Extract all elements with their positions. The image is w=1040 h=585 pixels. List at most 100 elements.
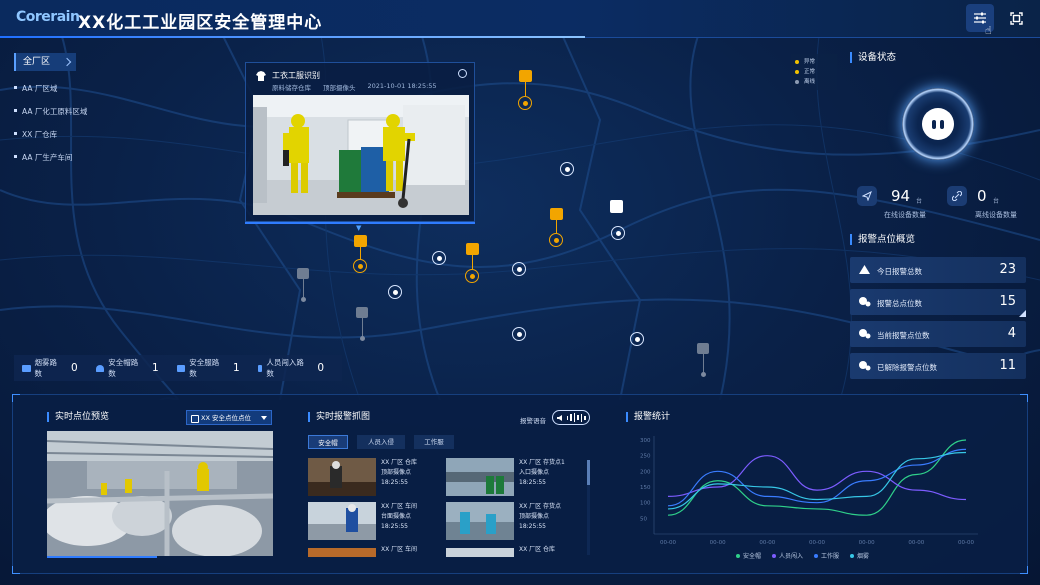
offline-marker-icon[interactable] <box>356 307 368 318</box>
region-all-button[interactable]: 全厂区 <box>14 53 76 71</box>
capture-info: XX 厂区 存货点 顶部摄像点 18:25:55 <box>519 503 562 530</box>
popup-meta: 原料储存仓库 顶部摄像头 2021-10-01 18:25:55 <box>272 82 437 92</box>
alarm-row-label: 报警总点位数 <box>877 299 922 308</box>
alarm-row-label: 当前报警点位数 <box>877 331 930 340</box>
fullscreen-icon <box>1009 11 1023 25</box>
fullscreen-button[interactable] <box>1002 4 1030 32</box>
capture-thumbnail[interactable] <box>308 458 376 496</box>
offline-unit: 台 <box>993 198 1000 205</box>
legend-label: 安全帽 <box>743 552 761 560</box>
online-label: 在线设备数量 <box>884 211 926 219</box>
y-tick-label: 300 <box>640 438 651 444</box>
location-alarm-icon <box>859 361 871 371</box>
offline-marker-icon[interactable] <box>297 268 309 279</box>
smoke-icon <box>22 364 31 372</box>
alarm-marker-icon[interactable] <box>550 208 563 220</box>
suit-icon <box>176 364 186 372</box>
panel-corner <box>12 394 20 402</box>
mouse-cursor-icon: ☝ <box>985 24 992 37</box>
x-tick-label: 00-00 <box>859 540 875 546</box>
alarm-marker-ring[interactable] <box>353 259 367 273</box>
legend-label: 人员闯入 <box>779 552 803 560</box>
alarm-row[interactable]: 当前报警点位数 4 <box>850 321 1026 347</box>
alarm-marker-ring[interactable] <box>549 233 563 247</box>
legend-swatch <box>736 554 740 558</box>
chevron-down-icon: ▼ <box>356 224 362 232</box>
panel-corner <box>1020 394 1028 402</box>
y-tick-label: 100 <box>640 501 651 507</box>
voice-label: 报警语音 <box>520 417 546 425</box>
alarm-line-chart[interactable]: 300 250 200 150 100 50 00-00 00-00 00-00 00-00 00-… <box>630 428 990 568</box>
alarm-marker-icon[interactable] <box>466 243 479 255</box>
normal-marker-ring[interactable] <box>388 285 402 299</box>
capture-thumbnail[interactable] <box>446 458 514 496</box>
clock-icon[interactable] <box>458 69 467 78</box>
device-status-title: 设备状态 <box>850 52 896 63</box>
device-status-ring <box>902 88 974 160</box>
region-item[interactable]: AA 厂化工原料区域 <box>14 106 164 117</box>
alarm-row[interactable]: 报警总点位数 15 <box>850 289 1026 315</box>
panel-corner <box>1020 566 1028 574</box>
marker-stem <box>703 354 704 372</box>
alarm-marker-icon[interactable] <box>354 235 367 247</box>
normal-marker-ring[interactable] <box>432 251 446 265</box>
camera-select[interactable]: XX 安全点位点位 <box>186 410 272 425</box>
online-unit: 台 <box>916 198 923 205</box>
legend-item: 异常 <box>795 57 833 67</box>
x-tick-label: 00-00 <box>710 540 726 546</box>
tab-intrusion[interactable]: 人员入侵 <box>357 435 405 449</box>
region-item[interactable]: AA 厂区域 <box>14 83 164 94</box>
series-line <box>667 439 967 516</box>
legend-item: 正常 <box>795 67 833 77</box>
offline-marker-dot[interactable] <box>360 336 365 341</box>
sliders-icon <box>974 12 986 24</box>
normal-marker-ring[interactable] <box>630 332 644 346</box>
header-bar: Corerain XX化工工业园区安全管理中心 ☝ <box>0 0 1040 38</box>
legend-item: 离线 <box>795 77 833 87</box>
header-underline <box>0 36 585 38</box>
capture-thumbnail[interactable] <box>446 545 514 557</box>
preview-video[interactable] <box>47 431 273 556</box>
region-item[interactable]: XX 厂仓库 <box>14 129 164 140</box>
popup-camera-image <box>253 95 469 215</box>
alarm-marker-ring[interactable] <box>518 96 532 110</box>
offline-marker-dot[interactable] <box>701 372 706 377</box>
speaker-icon <box>556 414 562 421</box>
region-item[interactable]: AA 厂生产车间 <box>14 152 164 163</box>
capture-thumbnail[interactable] <box>308 502 376 540</box>
alarm-marker-icon[interactable] <box>519 70 532 82</box>
marker-stem <box>525 82 526 96</box>
popup-time: 2021-10-01 18:25:55 <box>367 82 437 90</box>
y-tick-label: 150 <box>640 485 651 491</box>
capture-info: XX 厂区 车间 台面摄像点 18:25:55 <box>381 503 418 530</box>
capture-thumbnail[interactable] <box>308 545 376 557</box>
camera-popup[interactable]: 工衣工服识别 原料储存仓库 顶部摄像头 2021-10-01 18:25:55 <box>245 62 475 222</box>
alarm-row-value: 11 <box>999 358 1016 373</box>
alarm-row[interactable]: 已解除报警点位数 11 <box>850 353 1026 379</box>
online-icon <box>857 186 877 206</box>
tab-helmet[interactable]: 安全帽 <box>308 435 348 449</box>
marker-stem <box>303 279 304 297</box>
y-tick-label: 200 <box>640 469 651 475</box>
alarm-row-value: 15 <box>999 294 1016 309</box>
alarm-marker-ring[interactable] <box>465 269 479 283</box>
marker-stem <box>362 318 363 336</box>
chart-title: 报警统计 <box>626 412 670 422</box>
alarm-row[interactable]: 今日报警总数 23 <box>850 257 1026 283</box>
normal-marker-ring[interactable] <box>512 262 526 276</box>
x-tick-label: 00-00 <box>660 540 676 546</box>
voice-toggle[interactable] <box>552 410 590 425</box>
capture-title: 实时报警抓图 <box>308 412 370 422</box>
capture-scrollbar[interactable] <box>587 460 590 555</box>
counter-person: 人员闯入路数 0 <box>257 357 324 379</box>
offline-marker-icon[interactable] <box>697 343 709 354</box>
offline-marker-dot[interactable] <box>301 297 306 302</box>
normal-marker-ring[interactable] <box>560 162 574 176</box>
tab-workwear[interactable]: 工作服 <box>414 435 454 449</box>
normal-marker-icon[interactable] <box>610 200 623 213</box>
capture-thumbnail[interactable] <box>446 502 514 540</box>
popup-location: 原料储存仓库 <box>272 84 311 92</box>
normal-marker-ring[interactable] <box>611 226 625 240</box>
normal-marker-ring[interactable] <box>512 327 526 341</box>
dashboard: Corerain XX化工工业园区安全管理中心 ☝ 全厂区 AA 厂区域 AA … <box>0 0 1040 585</box>
